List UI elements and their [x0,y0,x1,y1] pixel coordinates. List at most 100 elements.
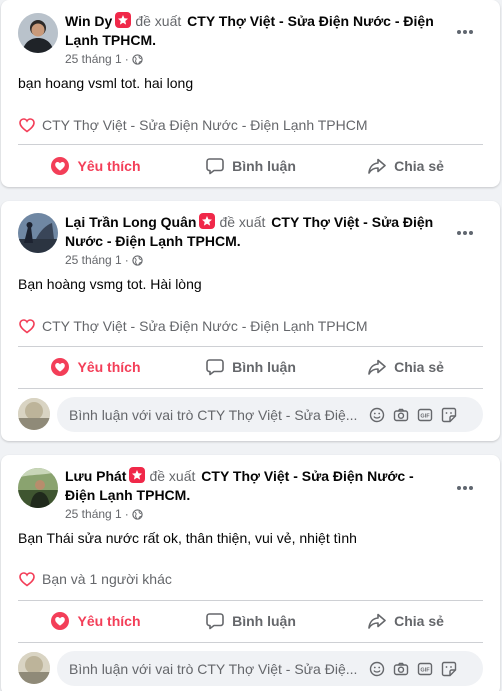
reaction-text: Bạn và 1 người khác [42,571,172,587]
post-title: Lại Trần Long Quân đề xuất CTY Thợ Việt -… [65,213,445,251]
speech-bubble-icon [205,357,225,377]
share-button[interactable]: Chia sẻ [328,349,483,385]
camera-icon[interactable] [393,661,409,677]
heart-icon [50,611,70,631]
post-card-2: Lại Trần Long Quân đề xuất CTY Thợ Việt -… [1,201,500,441]
reaction-summary[interactable]: Bạn và 1 người khác [18,570,172,588]
divider [18,346,483,347]
meta-dot: · [124,52,129,66]
like-button[interactable]: Yêu thích [18,349,173,385]
comment-tools: GIF [365,661,457,677]
recommend-badge-icon [199,213,216,229]
share-label: Chia sẻ [394,158,444,174]
like-button[interactable]: Yêu thích [18,148,173,184]
speech-bubble-icon [205,156,225,176]
heart-icon [18,116,36,134]
post-header: Win Dy đề xuất CTY Thợ Việt - Sửa Điện Nư… [1,0,500,66]
post-meta: 25 tháng 1 · [65,507,143,521]
sticker-icon[interactable] [441,407,457,423]
author-avatar[interactable] [18,13,58,53]
sticker-icon[interactable] [441,661,457,677]
reaction-summary[interactable]: CTY Thợ Việt - Sửa Điện Nước - Điện Lạnh… [18,116,368,134]
divider [18,144,483,145]
share-arrow-icon [367,156,387,176]
share-label: Chia sẻ [394,359,444,375]
emoji-icon[interactable] [369,407,385,423]
more-options-icon[interactable] [454,478,476,498]
heart-icon [50,357,70,377]
author-avatar[interactable] [18,468,58,508]
comment-input[interactable] [57,406,365,423]
post-date[interactable]: 25 tháng 1 [65,253,122,267]
divider [18,600,483,601]
comment-label: Bình luận [232,613,296,629]
emoji-icon[interactable] [369,661,385,677]
author-name[interactable]: Win Dy [65,13,112,29]
post-header: Lưu Phát đề xuất CTY Thợ Việt - Sửa Điện … [1,455,500,521]
divider [18,388,483,389]
share-button[interactable]: Chia sẻ [328,148,483,184]
comment-input[interactable] [57,660,365,677]
post-title: Lưu Phát đề xuất CTY Thợ Việt - Sửa Điện … [65,467,445,505]
gif-icon[interactable]: GIF [417,661,433,677]
more-options-icon[interactable] [454,223,476,243]
like-label: Yêu thích [77,158,141,174]
author-name[interactable]: Lưu Phát [65,468,126,484]
post-meta: 25 tháng 1 · [65,253,143,267]
svg-text:GIF: GIF [420,413,430,419]
post-title: Win Dy đề xuất CTY Thợ Việt - Sửa Điện Nư… [65,12,445,50]
commenter-avatar[interactable] [18,398,50,430]
camera-icon[interactable] [393,407,409,423]
post-date[interactable]: 25 tháng 1 [65,52,122,66]
comment-composer: GIF [18,651,483,687]
post-card-3: Lưu Phát đề xuất CTY Thợ Việt - Sửa Điện … [1,455,500,691]
meta-dot: · [124,507,129,521]
share-arrow-icon [367,357,387,377]
meta-dot: · [124,253,129,267]
comment-box: GIF [57,651,483,686]
post-card-1: Win Dy đề xuất CTY Thợ Việt - Sửa Điện Nư… [1,0,500,187]
post-text: Bạn hoàng vsmg tot. Hài lòng [18,276,202,292]
more-options-icon[interactable] [454,22,476,42]
globe-icon[interactable] [132,508,143,520]
recommend-verb: đề xuất [219,214,266,230]
heart-icon [18,317,36,335]
speech-bubble-icon [205,611,225,631]
like-button[interactable]: Yêu thích [18,603,173,639]
commenter-avatar[interactable] [18,652,50,684]
reaction-text: CTY Thợ Việt - Sửa Điện Nước - Điện Lạnh… [42,117,368,133]
gif-icon[interactable]: GIF [417,407,433,423]
author-name[interactable]: Lại Trần Long Quân [65,214,196,230]
like-label: Yêu thích [77,613,141,629]
comment-tools: GIF [365,407,457,423]
divider [18,642,483,643]
recommend-badge-icon [115,12,132,28]
post-header: Lại Trần Long Quân đề xuất CTY Thợ Việt -… [1,201,500,267]
heart-icon [50,156,70,176]
post-meta: 25 tháng 1 · [65,52,143,66]
comment-box: GIF [57,397,483,432]
comment-button[interactable]: Bình luận [173,148,328,184]
comment-composer: GIF [18,397,483,433]
share-button[interactable]: Chia sẻ [328,603,483,639]
comment-button[interactable]: Bình luận [173,349,328,385]
share-arrow-icon [367,611,387,631]
action-bar: Yêu thích Bình luận Chia sẻ [18,603,483,639]
recommend-verb: đề xuất [135,13,182,29]
action-bar: Yêu thích Bình luận Chia sẻ [18,148,483,184]
comment-button[interactable]: Bình luận [173,603,328,639]
author-avatar[interactable] [18,213,58,253]
post-date[interactable]: 25 tháng 1 [65,507,122,521]
share-label: Chia sẻ [394,613,444,629]
heart-icon [18,570,36,588]
svg-text:GIF: GIF [420,667,430,673]
action-bar: Yêu thích Bình luận Chia sẻ [18,349,483,385]
reaction-summary[interactable]: CTY Thợ Việt - Sửa Điện Nước - Điện Lạnh… [18,317,368,335]
globe-icon[interactable] [132,53,143,65]
comment-label: Bình luận [232,359,296,375]
like-label: Yêu thích [77,359,141,375]
post-text: bạn hoang vsml tot. hai long [18,75,194,91]
recommend-verb: đề xuất [149,468,196,484]
globe-icon[interactable] [132,254,143,266]
post-text: Bạn Thái sửa nước rất ok, thân thiện, vu… [18,530,357,546]
